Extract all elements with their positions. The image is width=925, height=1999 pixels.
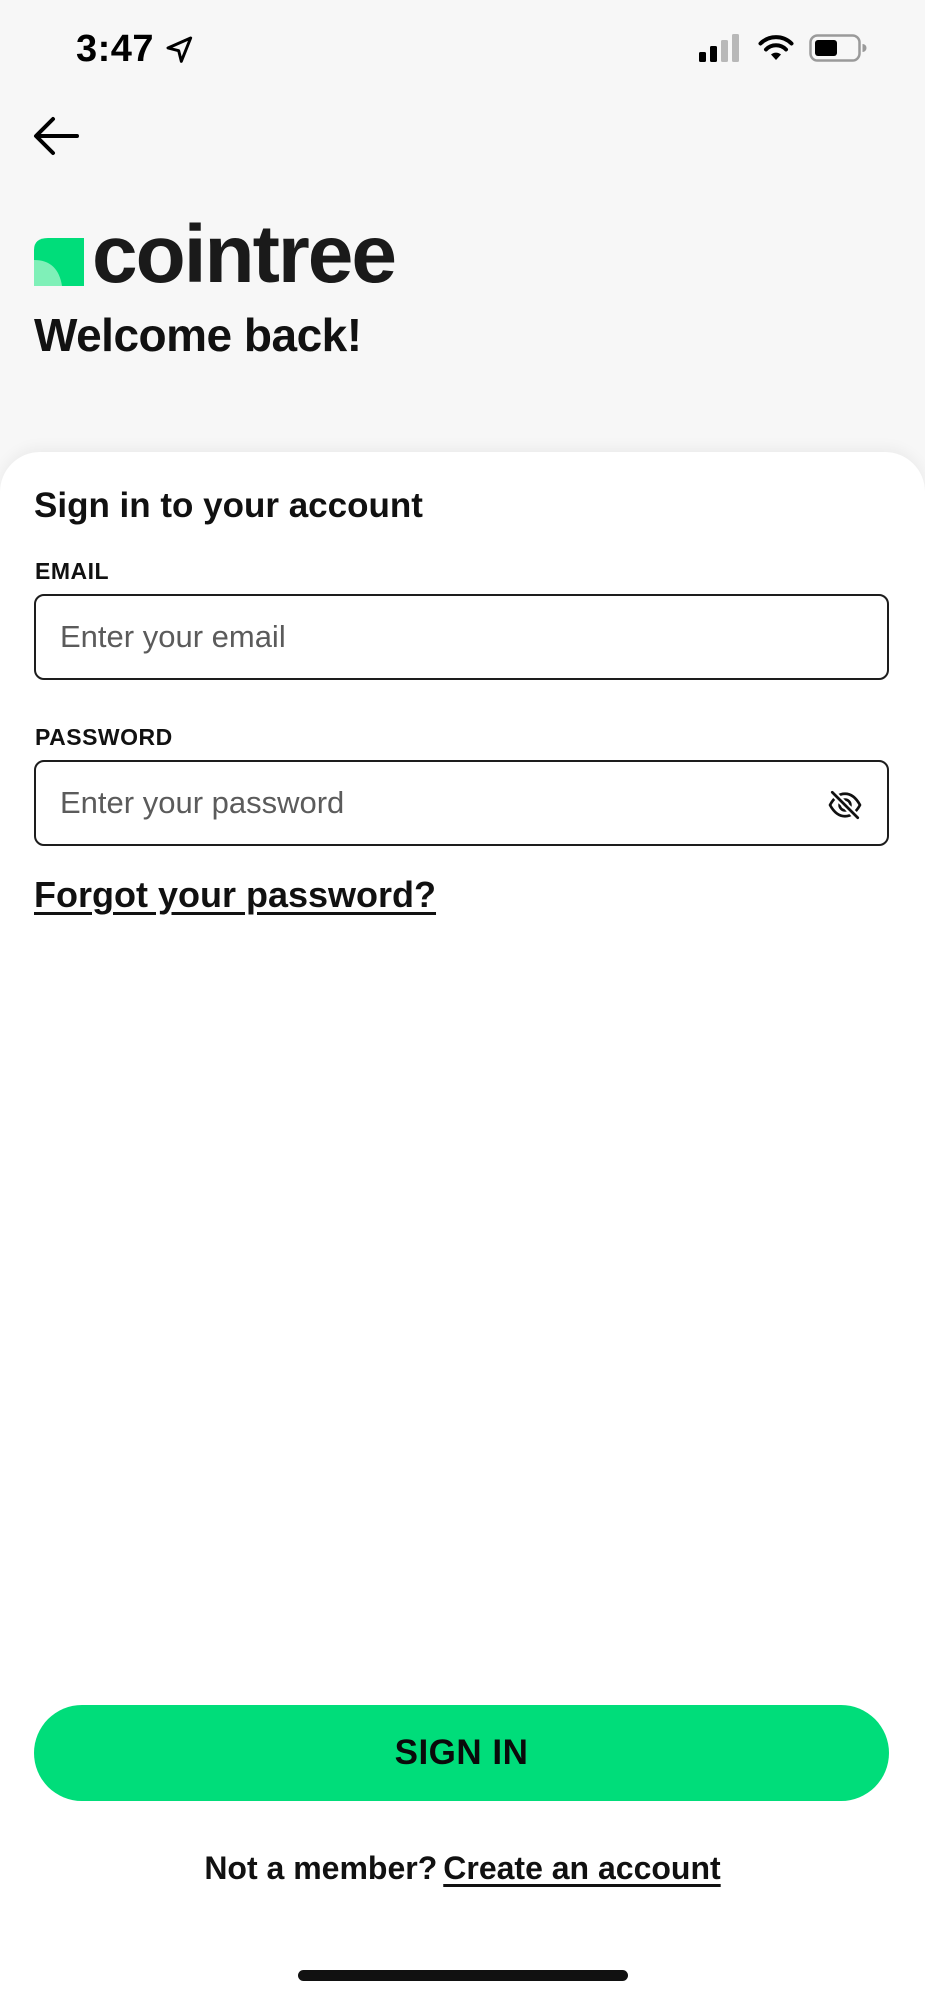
brand-name: cointree — [92, 209, 397, 300]
signin-title: Sign in to your account — [34, 486, 423, 525]
back-arrow-icon — [34, 117, 79, 155]
email-field — [34, 594, 889, 680]
signin-button[interactable]: SIGN IN — [34, 1705, 889, 1801]
wifi-icon — [758, 35, 794, 60]
not-member-text: Not a member? — [204, 1850, 438, 1886]
create-account-link[interactable]: Create an account — [443, 1850, 720, 1886]
password-label: PASSWORD — [35, 724, 173, 750]
status-time: 3:47 — [76, 28, 155, 70]
brand-logo: cointree — [34, 214, 397, 302]
email-input[interactable] — [60, 596, 820, 678]
back-button[interactable] — [30, 110, 82, 162]
battery-icon — [809, 34, 867, 62]
cellular-signal-icon — [699, 34, 739, 62]
forgot-password-link[interactable]: Forgot your password? — [34, 874, 436, 916]
status-icons — [699, 34, 867, 62]
status-bar: 3:47 — [0, 0, 925, 104]
signup-prompt: Not a member? Create an account — [0, 1850, 925, 1887]
password-field — [34, 760, 889, 846]
cointree-logo-icon — [34, 238, 84, 286]
signin-card: Sign in to your account EMAIL PASSWORD F… — [0, 452, 925, 1999]
welcome-heading: Welcome back! — [34, 309, 362, 361]
password-input[interactable] — [60, 762, 820, 844]
email-label: EMAIL — [35, 558, 110, 584]
status-time-group: 3:47 — [76, 28, 196, 71]
eye-off-icon[interactable] — [827, 787, 863, 823]
home-indicator — [298, 1970, 628, 1981]
location-arrow-icon — [166, 36, 193, 63]
